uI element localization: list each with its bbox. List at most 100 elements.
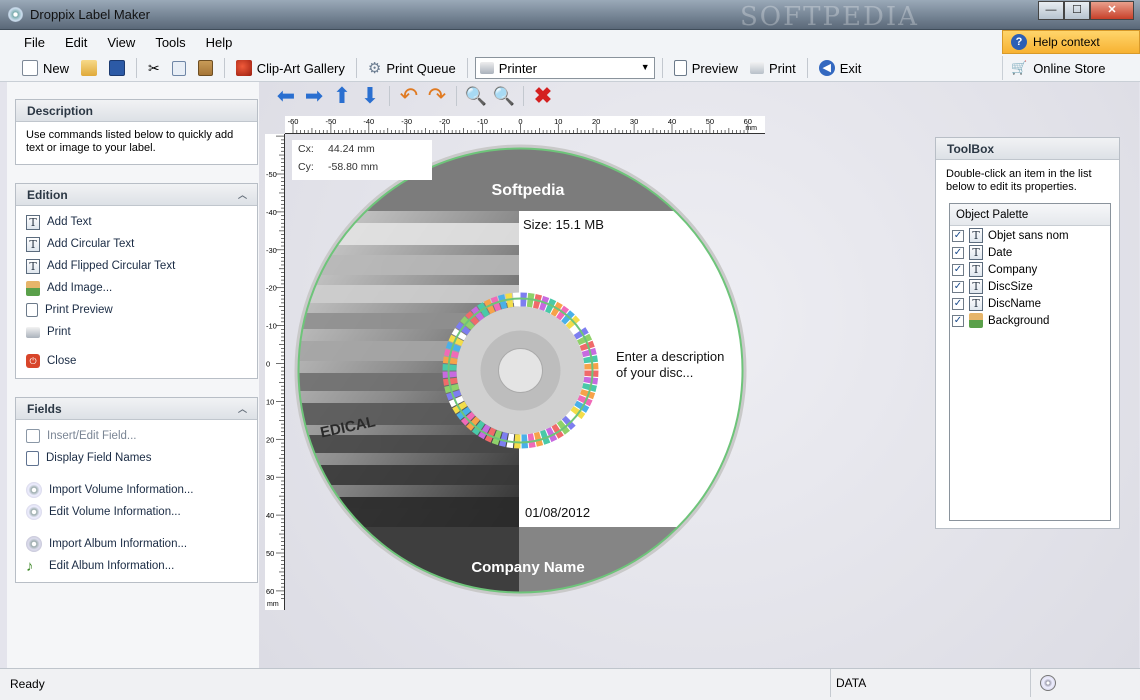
display-field-names-item[interactable]: Display Field Names [16,447,257,469]
palette-item[interactable]: ✓ T DiscSize [950,278,1110,295]
toolbox-panel: ToolBox Double-click an item in the list… [935,137,1120,529]
ruler-h-label: -60 [288,117,299,126]
main-toolbar: New ✂ Clip-Art Gallery ⚙ Print Queue Pri… [18,56,865,80]
print-queue-button[interactable]: ⚙ Print Queue [364,57,460,79]
preview-label: Preview [691,60,738,76]
clipart-gallery-button[interactable]: Clip-Art Gallery [232,57,349,79]
print-button[interactable]: Print [746,57,800,79]
zoom-in-icon[interactable]: 🔍 [464,84,488,108]
collapse-icon[interactable]: ︿ [238,184,247,206]
disc-description-line2[interactable]: of your disc... [616,365,693,380]
palette-item[interactable]: ✓ Background [950,312,1110,329]
zoom-out-icon[interactable]: 🔍 [492,84,516,108]
separator [223,58,225,78]
edition-panel: Edition ︿ T Add Text T Add Circular Text TA… [15,183,258,379]
checkbox[interactable]: ✓ [952,246,964,259]
palette-item[interactable]: ✓ T Date [950,244,1110,261]
preview-icon [26,303,38,317]
disc-icon [26,482,42,498]
print-item[interactable]: Print [16,321,257,343]
menu-help[interactable]: Help [204,34,235,51]
palette-item-label: Company [988,263,1038,276]
print-preview-item[interactable]: Print Preview [16,299,257,321]
open-button[interactable] [77,57,101,79]
maximize-button[interactable]: ☐ [1064,1,1090,20]
hub-hole [498,348,543,393]
menu-tools[interactable]: Tools [153,34,187,51]
fields-panel: Fields ︿ Insert/Edit Field... Display Fie… [15,397,258,583]
cx-label: Cx: [298,143,314,155]
ruler-h-label: 10 [554,117,562,126]
add-image-item[interactable]: Add Image... [16,277,257,299]
paste-button[interactable] [194,57,217,79]
checkbox[interactable]: ✓ [952,280,964,293]
checkbox[interactable]: ✓ [952,297,964,310]
ruler-v-label: 50 [266,549,274,558]
disc-title[interactable]: Softpedia [492,182,565,199]
palette-item[interactable]: ✓ T DiscName [950,295,1110,312]
exit-button[interactable]: ◀ Exit [815,57,866,79]
cut-button[interactable]: ✂ [144,57,164,79]
print-preview-label: Print Preview [45,304,113,316]
move-up-icon[interactable]: ⬆ [330,84,354,108]
clipart-label: Clip-Art Gallery [256,60,345,76]
new-button[interactable]: New [18,57,73,79]
checkbox[interactable]: ✓ [952,229,964,242]
print-label: Print [768,60,796,76]
redo-icon[interactable]: ↷ [425,84,449,108]
fields-header[interactable]: Fields ︿ [16,398,257,420]
move-right-icon[interactable]: ➡ [302,84,326,108]
online-store-button[interactable]: 🛒 Online Store [1002,56,1140,80]
undo-icon[interactable]: ↶ [397,84,421,108]
separator [136,58,138,78]
text-icon: T [969,279,983,294]
printer-select[interactable]: Printer ▼ [474,57,655,79]
checkbox[interactable]: ✓ [952,314,964,327]
move-down-icon[interactable]: ⬇ [358,84,382,108]
text-icon: T [26,236,40,252]
preview-button[interactable]: Preview [670,57,742,79]
edit-album-info-item[interactable]: ♪ Edit Album Information... [16,555,257,577]
printer-icon [479,62,494,74]
move-left-icon[interactable]: ⬅ [274,84,298,108]
menu-view[interactable]: View [105,34,137,51]
insert-edit-field-label: Insert/Edit Field... [47,430,137,442]
disc-description-line1[interactable]: Enter a description [616,349,724,364]
folder-open-icon [81,60,98,76]
ruler-h-label: 40 [668,117,676,126]
printer-icon [26,326,40,338]
collapse-icon[interactable]: ︿ [238,398,247,420]
add-circular-text-item[interactable]: T Add Circular Text [16,233,257,255]
ruler-v-label: 40 [266,511,274,520]
import-album-info-item[interactable]: Import Album Information... [16,533,257,555]
copy-button[interactable] [168,57,190,79]
checkbox[interactable]: ✓ [952,263,964,276]
minimize-button[interactable]: — [1038,1,1064,20]
delete-icon[interactable]: ✖ [531,84,555,108]
disc-size[interactable]: Size: 15.1 MB [523,217,604,232]
disc-company[interactable]: Company Name [471,559,584,576]
print-label: Print [47,326,71,338]
save-button[interactable] [105,57,129,79]
palette-item[interactable]: ✓ T Objet sans nom [950,227,1110,244]
edit-volume-info-item[interactable]: Edit Volume Information... [16,501,257,523]
close-item[interactable]: ⏻ Close [16,350,257,372]
menu-edit[interactable]: Edit [63,34,89,51]
add-text-item[interactable]: T Add Text [16,211,257,233]
separator [806,58,808,78]
import-volume-info-item[interactable]: Import Volume Information... [16,479,257,501]
palette-item[interactable]: ✓ T Company [950,261,1110,278]
title-bar: SOFTPEDIA Droppix Label Maker — ☐ ✕ [0,0,1140,32]
edition-header[interactable]: Edition ︿ [16,184,257,206]
chevron-down-icon: ▼ [640,62,650,72]
disc-label[interactable]: EDICAL Softpedia Size: 15.1 MB Enter a d… [293,143,748,598]
add-flipped-circular-text-item[interactable]: T Add Flipped Circular Text [16,255,257,277]
import-album-info-label: Import Album Information... [49,538,188,550]
insert-edit-field-item[interactable]: Insert/Edit Field... [16,425,257,447]
disc-date[interactable]: 01/08/2012 [525,505,590,520]
ruler-v-label: 30 [266,473,274,482]
close-window-button[interactable]: ✕ [1090,1,1134,20]
description-panel: Description Use commands listed below to… [15,99,258,165]
help-context-button[interactable]: ? Help context [1002,30,1140,54]
menu-file[interactable]: File [22,34,47,51]
